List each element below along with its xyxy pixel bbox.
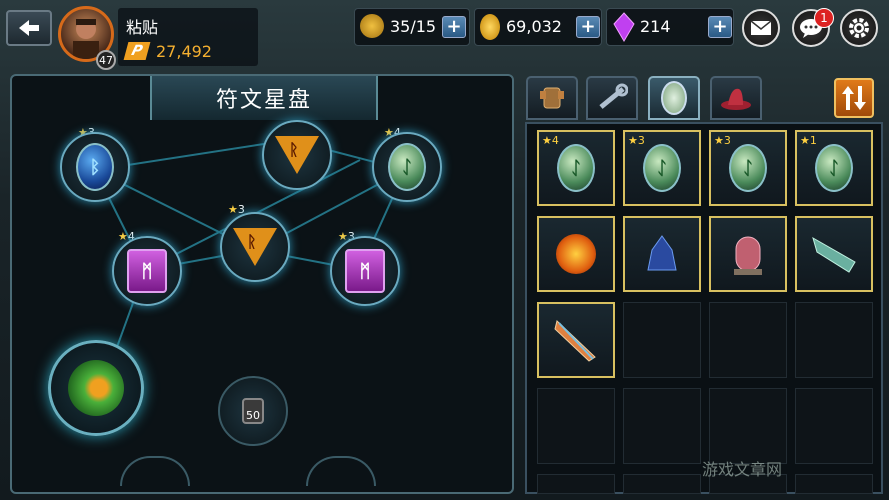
feather-dagger-icon [554,320,596,362]
item-stars: ★3 [628,134,645,147]
rune-slot[interactable]: ᛒ [60,132,130,202]
points-value: 27,492 [156,42,212,61]
empty-slot[interactable] [795,388,873,464]
level-badge: 47 [96,50,116,70]
empty-slot[interactable] [623,302,701,378]
envelope-icon [750,20,772,35]
rune-stone-icon [661,81,687,115]
inventory-item[interactable]: ★4 ᛇ [537,130,615,206]
green-rune-icon: ᛇ [815,144,853,192]
inventory-item[interactable] [795,216,873,292]
bell-jar-icon [734,236,762,275]
tab-cosmetics[interactable] [710,76,762,120]
item-stars: ★1 [800,134,817,147]
inventory-grid: ★4 ᛇ ★3 ᛇ ★3 ᛇ ★1 ᛇ [525,122,883,494]
purple-rune-icon: ᛗ [127,249,167,293]
green-rune-icon: ᛇ [388,143,426,191]
empty-slot[interactable] [537,474,615,494]
panel-title: 符文星盘 [150,76,378,120]
gear-icon [849,18,869,38]
add-gold-button[interactable]: + [576,16,600,38]
gems-value: 214 [640,17,671,36]
inventory-item[interactable] [537,302,615,378]
player-profile[interactable]: 47 粘贴 P 27,492 [58,6,258,70]
inventory-item[interactable]: ★1 ᛇ [795,130,873,206]
fire-orb-icon [556,234,596,274]
empty-slot[interactable] [623,388,701,464]
core-rune-slot[interactable] [48,340,144,436]
crystal-cluster-icon [647,235,677,271]
green-rune-icon: ᛇ [729,144,767,192]
rune-slot[interactable]: ᚱ [262,120,332,190]
empty-slot[interactable] [795,302,873,378]
arrow-left-icon [19,20,39,36]
add-stamina-button[interactable]: + [442,16,466,38]
wrench-icon [599,83,628,109]
watermark: 游戏文章网 [702,460,783,479]
rune-slot[interactable]: ᛇ [372,132,442,202]
inventory-item[interactable] [623,216,701,292]
settings-button[interactable] [840,9,878,47]
tab-armor[interactable] [526,76,578,120]
inventory-item[interactable]: ★3 ᛇ [623,130,701,206]
crystal-icon [613,12,635,42]
mail-button[interactable] [742,9,780,47]
orange-rune-icon: ᚱ [233,228,277,266]
locked-rune-slot[interactable]: 50 [218,376,288,446]
blue-rune-icon: ᛒ [76,143,114,191]
rune-slot[interactable]: ᚱ [220,212,290,282]
player-name: 粘贴 [126,18,159,37]
core-gem-icon [68,360,124,416]
inventory-item[interactable] [709,216,787,292]
empty-slot[interactable] [795,474,873,494]
empty-slot[interactable] [709,302,787,378]
gold-value: 69,032 [506,17,562,36]
orange-rune-icon: ᚱ [275,136,319,174]
empty-slot[interactable] [537,388,615,464]
lock-icon: 50 [242,398,264,424]
back-button[interactable] [6,10,52,46]
green-rune-icon: ᛇ [557,144,595,192]
blade-shard-icon [812,236,856,273]
notification-badge: 1 [814,8,834,28]
lock-level: 50 [246,409,260,422]
tab-craft[interactable] [586,76,638,120]
stamina-icon [360,14,384,38]
sort-arrows-icon [842,86,866,110]
green-rune-icon: ᛇ [643,144,681,192]
empty-slot[interactable] [623,474,701,494]
armor-icon [540,87,564,109]
add-gems-button[interactable]: + [708,16,732,38]
rune-slot[interactable]: ᛗ [330,236,400,306]
tab-runes[interactable] [648,76,700,120]
empty-slot[interactable] [709,388,787,464]
inventory-item[interactable] [537,216,615,292]
item-stars: ★4 [542,134,559,147]
purple-rune-icon: ᛗ [345,249,385,293]
inventory-item[interactable]: ★3 ᛇ [709,130,787,206]
sort-button[interactable] [834,78,874,118]
hat-icon [721,88,751,110]
item-stars: ★3 [714,134,731,147]
gold-coin-icon [480,14,500,40]
rune-slot[interactable]: ᛗ [112,236,182,306]
stamina-value: 35/15 [390,17,437,36]
